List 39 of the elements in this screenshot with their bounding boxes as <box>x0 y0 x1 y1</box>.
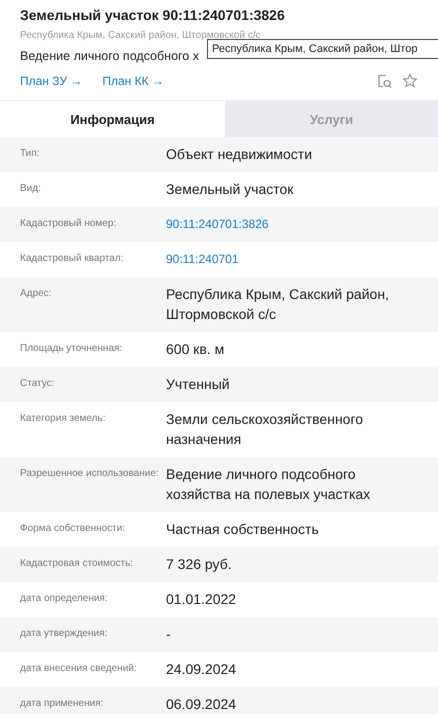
field-label: Статус: <box>20 377 56 391</box>
field-value: 600 кв. м <box>166 340 226 359</box>
field-value: 06.09.2024 <box>166 695 238 714</box>
field-value: Республика Крым, Сакский район, Штормовской с/с <box>166 285 390 324</box>
field-value: 7 326 руб. <box>166 555 233 574</box>
page-title: Земельный участок 90:11:240701:3826 <box>20 6 286 25</box>
plan-link[interactable]: План ЗУ → <box>20 74 82 88</box>
field-label: Кадастровая стоимость: <box>20 557 134 571</box>
field-value: 24.09.2024 <box>166 660 238 679</box>
plan-link[interactable]: План КК → <box>102 74 164 88</box>
field-value: - <box>166 625 172 644</box>
field-label: дата определения: <box>20 592 109 606</box>
field-value: Учтенный <box>166 375 231 394</box>
field-label: Форма собственности: <box>20 522 126 536</box>
field-label: Адрес: <box>20 287 52 301</box>
field-value: Земельный участок <box>166 180 294 199</box>
field-value: Частная собственность <box>166 520 320 539</box>
cadastral-link[interactable]: 90:11:240701 <box>166 252 239 266</box>
tab[interactable]: Услуги <box>225 101 438 137</box>
field-label: Разрешенное использование: <box>20 467 160 481</box>
field-label: Кадастровый квартал: <box>20 252 124 266</box>
field-value: 01.01.2022 <box>166 590 238 609</box>
usage-subtitle: Ведение личного подсобного х <box>20 48 199 65</box>
field-label: дата применения: <box>20 697 104 711</box>
star-icon[interactable] <box>402 73 418 89</box>
field-label: дата внесения сведений: <box>20 662 138 676</box>
field-value: Объект недвижимости <box>166 145 314 164</box>
document-search-icon[interactable] <box>377 74 392 88</box>
field-value: Ведение личного подсобного хозяйства на полевых участках <box>166 465 372 504</box>
field-label: Категория земель: <box>20 412 106 426</box>
field-label: дата утверждения: <box>20 627 108 641</box>
field-label: Вид: <box>20 182 42 196</box>
field-label: Кадастровый номер: <box>20 217 118 231</box>
address-subtitle: Республика Крым, Сакский район, Штормовской с/с <box>20 30 261 42</box>
cadastral-link[interactable]: 90:11:240701:3826 <box>166 217 269 231</box>
field-value: Земли сельскохозяйственного назначения <box>166 410 364 449</box>
field-label: Тип: <box>20 147 40 161</box>
tooltip: Республика Крым, Сакский район, Штор <box>207 39 438 59</box>
field-label: Площадь уточненная: <box>20 342 124 356</box>
